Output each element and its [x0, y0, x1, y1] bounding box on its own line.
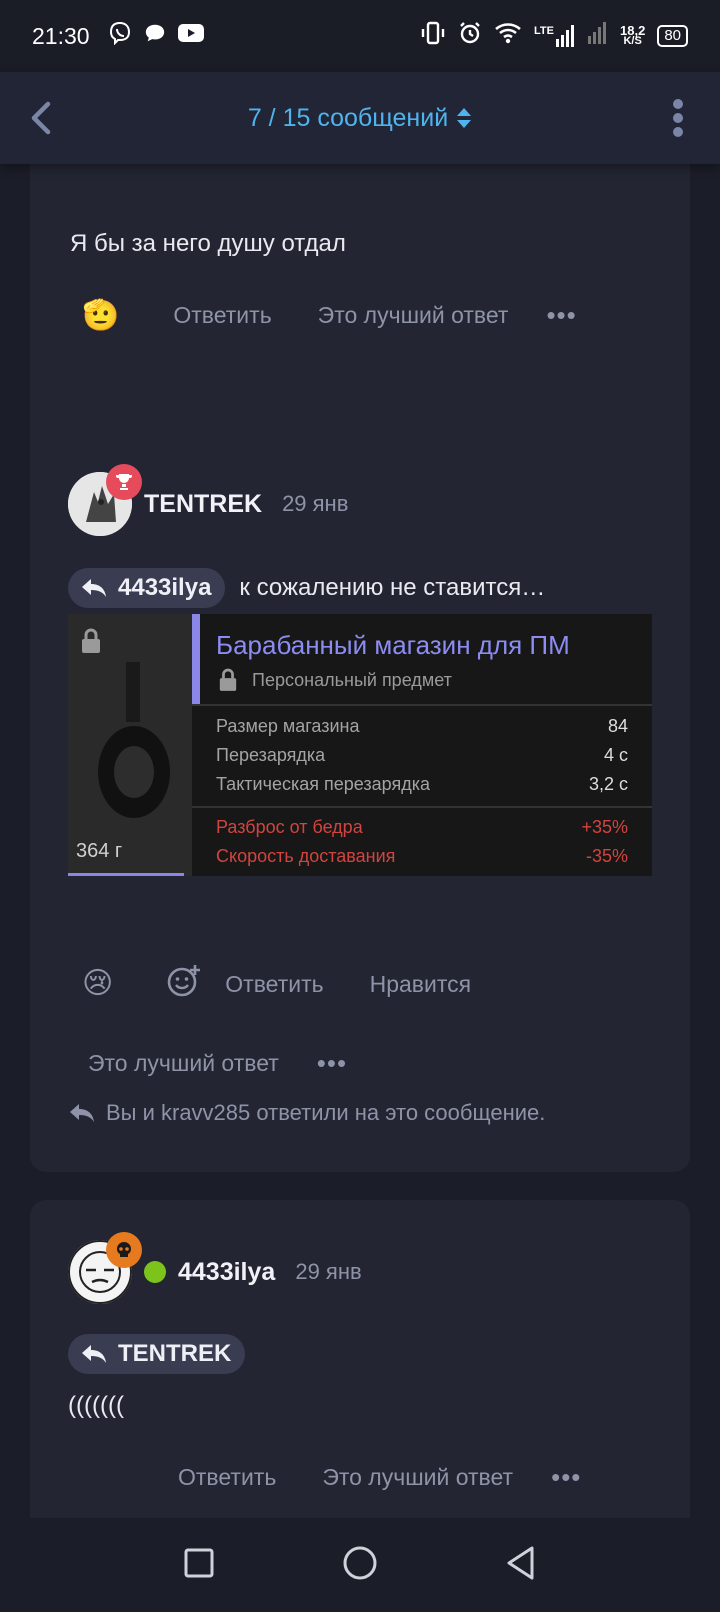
reply-button[interactable]: Ответить	[225, 971, 323, 998]
page-title: 7 / 15 сообщений	[247, 103, 449, 132]
reply-line: TENTREK	[68, 1334, 246, 1374]
message-card: 4433ilya 29 янв TENTREK ((((((( Ответить…	[30, 1200, 690, 1518]
network-speed: 18,2 K/S	[620, 23, 646, 47]
trophy-badge-icon	[106, 464, 142, 500]
message-card: TENTREK 29 янв 4433ilya к сожалению не с…	[30, 434, 690, 1172]
top-app-bar: 7 / 15 сообщений	[0, 72, 720, 164]
recents-icon[interactable]	[183, 1547, 215, 1584]
wifi-icon	[494, 22, 522, 50]
reply-line: 4433ilya к сожалению не ставится…	[68, 568, 545, 608]
status-bar: 21:30 LTE 18,2 K/S 80	[0, 0, 720, 72]
message-text: Я бы за него душу отдал	[70, 230, 346, 257]
lock-icon	[219, 668, 237, 691]
item-details: Барабанный магазин для ПМ Персональный п…	[192, 614, 652, 876]
stat-row: Перезарядка 4 с	[216, 745, 628, 765]
message-author: 4433ilya 29 янв	[68, 1232, 362, 1304]
signal-lte-icon: LTE	[534, 25, 576, 47]
battery-indicator: 80	[657, 25, 688, 47]
message-actions: 😢 Ответить Нравится	[82, 964, 471, 1004]
clock: 21:30	[32, 22, 90, 49]
best-answer-button[interactable]: Это лучший ответ	[322, 1464, 513, 1491]
more-options-icon[interactable]: •••	[317, 1048, 347, 1079]
item-weight: 364 г	[76, 840, 123, 862]
chat-bubble-icon	[144, 22, 166, 50]
replied-note[interactable]: Вы и kravv285 ответили на это сообщение.	[68, 1100, 545, 1126]
message-text: к сожалению не ставится…	[239, 574, 546, 601]
avatar[interactable]	[68, 464, 142, 536]
reply-arrow-icon	[82, 1345, 106, 1363]
reply-arrow-icon	[70, 1104, 94, 1122]
alarm-icon	[458, 21, 482, 51]
overflow-menu-icon[interactable]	[666, 98, 690, 138]
item-title: Барабанный магазин для ПМ	[216, 630, 570, 660]
message-actions-secondary: Это лучший ответ •••	[88, 1048, 347, 1079]
message-author: TENTREK 29 янв	[68, 464, 349, 536]
youtube-icon	[177, 23, 204, 49]
message-date: 29 янв	[282, 491, 349, 516]
sort-arrows-icon	[457, 108, 472, 128]
system-nav-bar	[0, 1518, 720, 1612]
viber-icon	[108, 21, 132, 51]
message-counter-selector[interactable]: 7 / 15 сообщений	[248, 104, 472, 133]
reply-to-chip[interactable]: 4433ilya	[68, 568, 226, 608]
reply-to-chip[interactable]: TENTREK	[68, 1334, 246, 1374]
best-answer-button[interactable]: Это лучший ответ	[88, 1050, 279, 1077]
message-actions: Ответить Это лучший ответ •••	[178, 1462, 581, 1493]
signal-secondary-icon	[588, 22, 608, 50]
best-answer-button[interactable]: Это лучший ответ	[318, 302, 509, 329]
back-icon[interactable]	[24, 98, 64, 138]
avatar[interactable]	[68, 1232, 142, 1304]
add-reaction-icon[interactable]	[167, 964, 201, 1004]
back-nav-icon[interactable]	[505, 1545, 537, 1586]
reply-arrow-icon	[82, 579, 106, 597]
message-text: (((((((	[68, 1392, 124, 1419]
online-indicator	[144, 1261, 166, 1283]
item-thumbnail: 364 г	[68, 614, 192, 876]
reply-button[interactable]: Ответить	[178, 1464, 276, 1491]
reply-button[interactable]: Ответить	[173, 302, 271, 329]
stat-row: Размер магазина 84	[216, 716, 628, 736]
salute-emoji-icon[interactable]: 🫡	[82, 300, 119, 331]
crying-emoji-icon[interactable]: 😢	[82, 969, 113, 999]
message-feed[interactable]: Я бы за него душу отдал 🫡 Ответить Это л…	[0, 72, 720, 1518]
vibrate-icon	[420, 21, 446, 51]
penalty-row: Разброс от бедра +35%	[216, 817, 628, 837]
home-icon[interactable]	[342, 1545, 378, 1586]
message-actions: 🫡 Ответить Это лучший ответ •••	[82, 300, 642, 331]
item-subtitle: Персональный предмет	[252, 670, 452, 690]
more-options-icon[interactable]: •••	[551, 1462, 581, 1493]
lock-icon	[82, 628, 100, 653]
skull-badge-icon	[106, 1232, 142, 1268]
author-name[interactable]: 4433ilya	[178, 1258, 275, 1287]
more-options-icon[interactable]: •••	[546, 300, 576, 331]
like-button[interactable]: Нравится	[370, 971, 472, 998]
penalty-row: Скорость доставания -35%	[216, 846, 628, 866]
drum-magazine-icon	[98, 662, 170, 818]
stat-row: Тактическая перезарядка 3,2 с	[216, 774, 628, 794]
author-name[interactable]: TENTREK	[144, 490, 262, 519]
message-date: 29 янв	[295, 1259, 362, 1284]
attached-image[interactable]: 364 г Барабанный магазин для ПМ Персонал…	[68, 614, 652, 876]
